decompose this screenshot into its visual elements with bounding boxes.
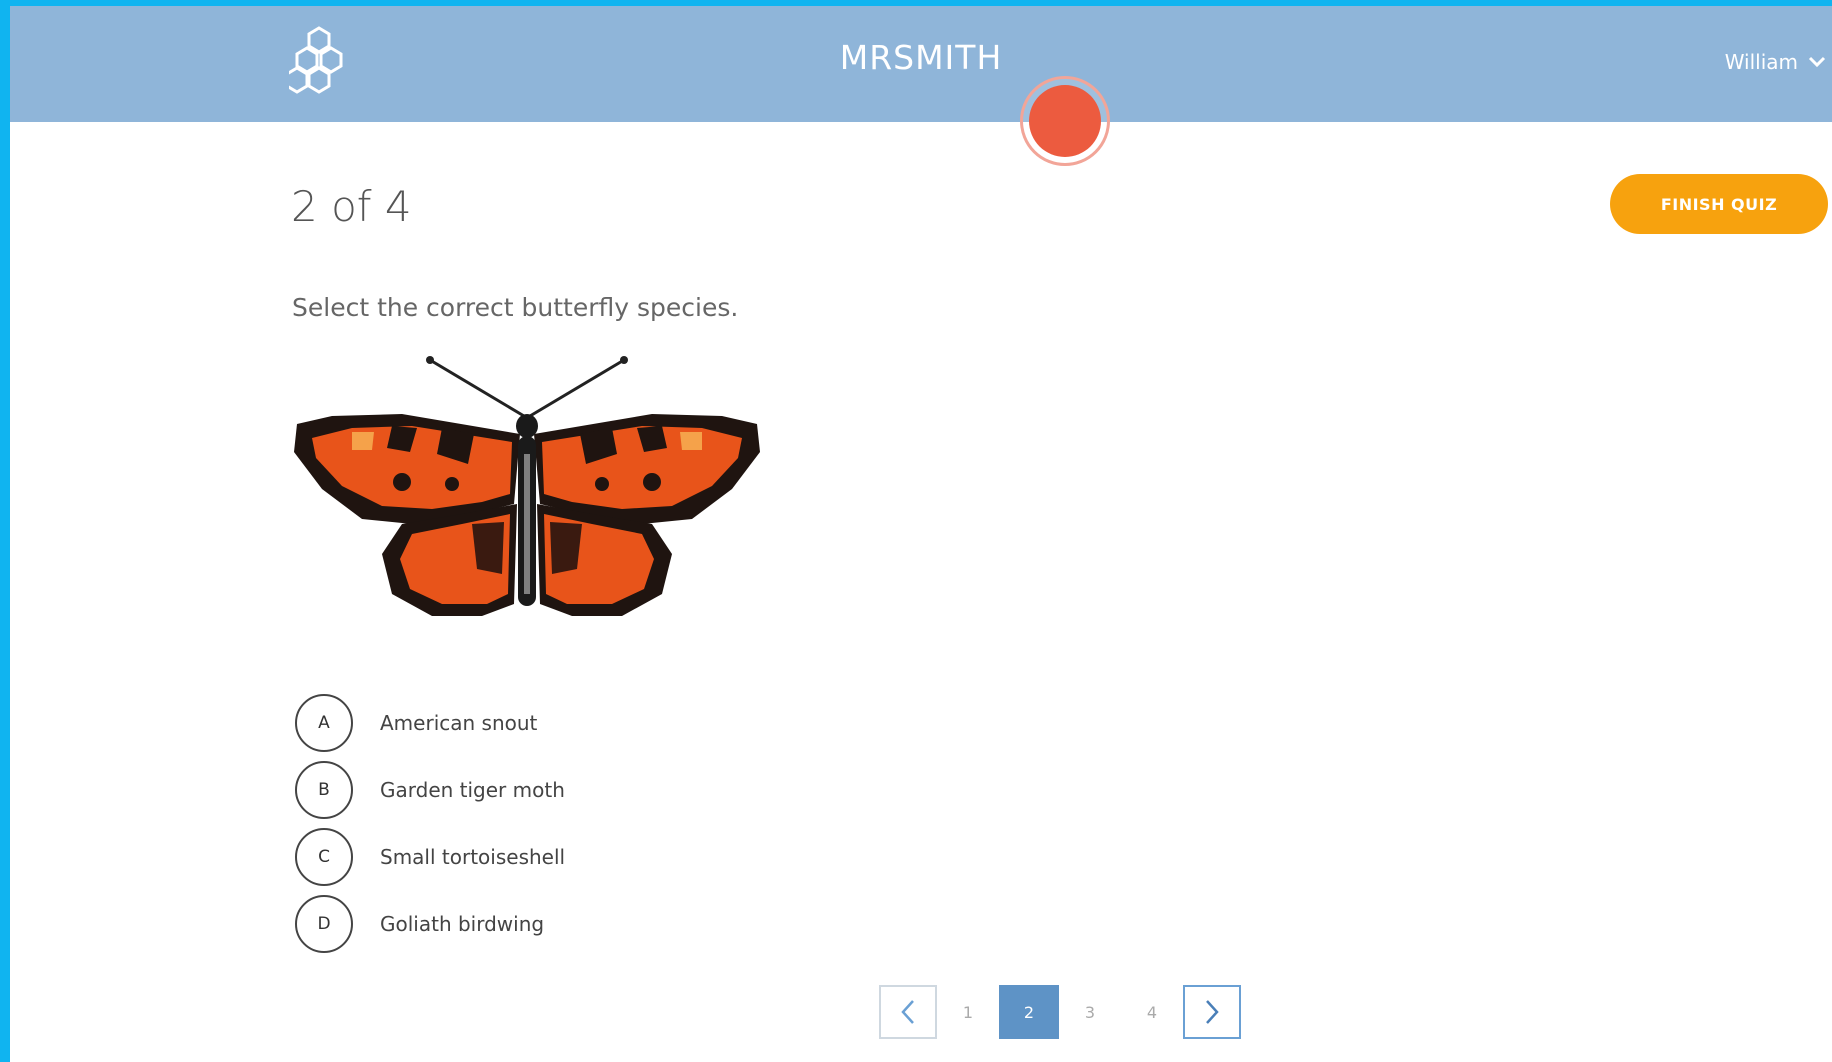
- page-2-button[interactable]: 2: [999, 985, 1059, 1039]
- option-a[interactable]: A American snout: [295, 693, 565, 752]
- next-page-button[interactable]: [1183, 985, 1241, 1039]
- user-menu[interactable]: William: [1725, 50, 1826, 74]
- app-frame: MRSMITH William 2 of 4 FINISH QUIZ Selec…: [10, 6, 1832, 1062]
- record-dot-icon[interactable]: [1020, 76, 1110, 166]
- brand-title: MRSMITH: [839, 38, 1003, 77]
- option-letter-badge: C: [295, 827, 353, 886]
- record-dot-inner: [1029, 85, 1101, 157]
- option-label: Garden tiger moth: [380, 777, 565, 802]
- page-3-button[interactable]: 3: [1059, 985, 1121, 1039]
- chevron-left-icon: [901, 1000, 914, 1024]
- user-name: William: [1724, 50, 1798, 74]
- page-4-button[interactable]: 4: [1121, 985, 1183, 1039]
- finish-quiz-button[interactable]: FINISH QUIZ: [1610, 174, 1828, 234]
- question-text: Select the correct butterfly species.: [292, 293, 739, 322]
- option-label: Small tortoiseshell: [380, 844, 566, 869]
- option-b[interactable]: B Garden tiger moth: [295, 760, 565, 819]
- option-label: American snout: [380, 710, 538, 735]
- chevron-down-icon: [1808, 56, 1826, 68]
- option-d[interactable]: D Goliath birdwing: [295, 894, 565, 953]
- page-1-button[interactable]: 1: [937, 985, 999, 1039]
- answer-options: A American snout B Garden tiger moth C S…: [295, 693, 566, 962]
- pagination: 1 2 3 4: [879, 985, 1241, 1039]
- prev-page-button[interactable]: [879, 985, 937, 1039]
- option-label: Goliath birdwing: [380, 911, 545, 936]
- top-header: MRSMITH William: [10, 6, 1832, 122]
- chevron-right-icon: [1206, 1000, 1219, 1024]
- option-c[interactable]: C Small tortoiseshell: [295, 827, 566, 886]
- question-progress: 2 of 4: [291, 182, 412, 231]
- option-letter-badge: D: [295, 894, 353, 953]
- option-letter-badge: B: [295, 760, 353, 819]
- option-letter-badge: A: [295, 693, 353, 752]
- butterfly-illustration: [294, 356, 760, 616]
